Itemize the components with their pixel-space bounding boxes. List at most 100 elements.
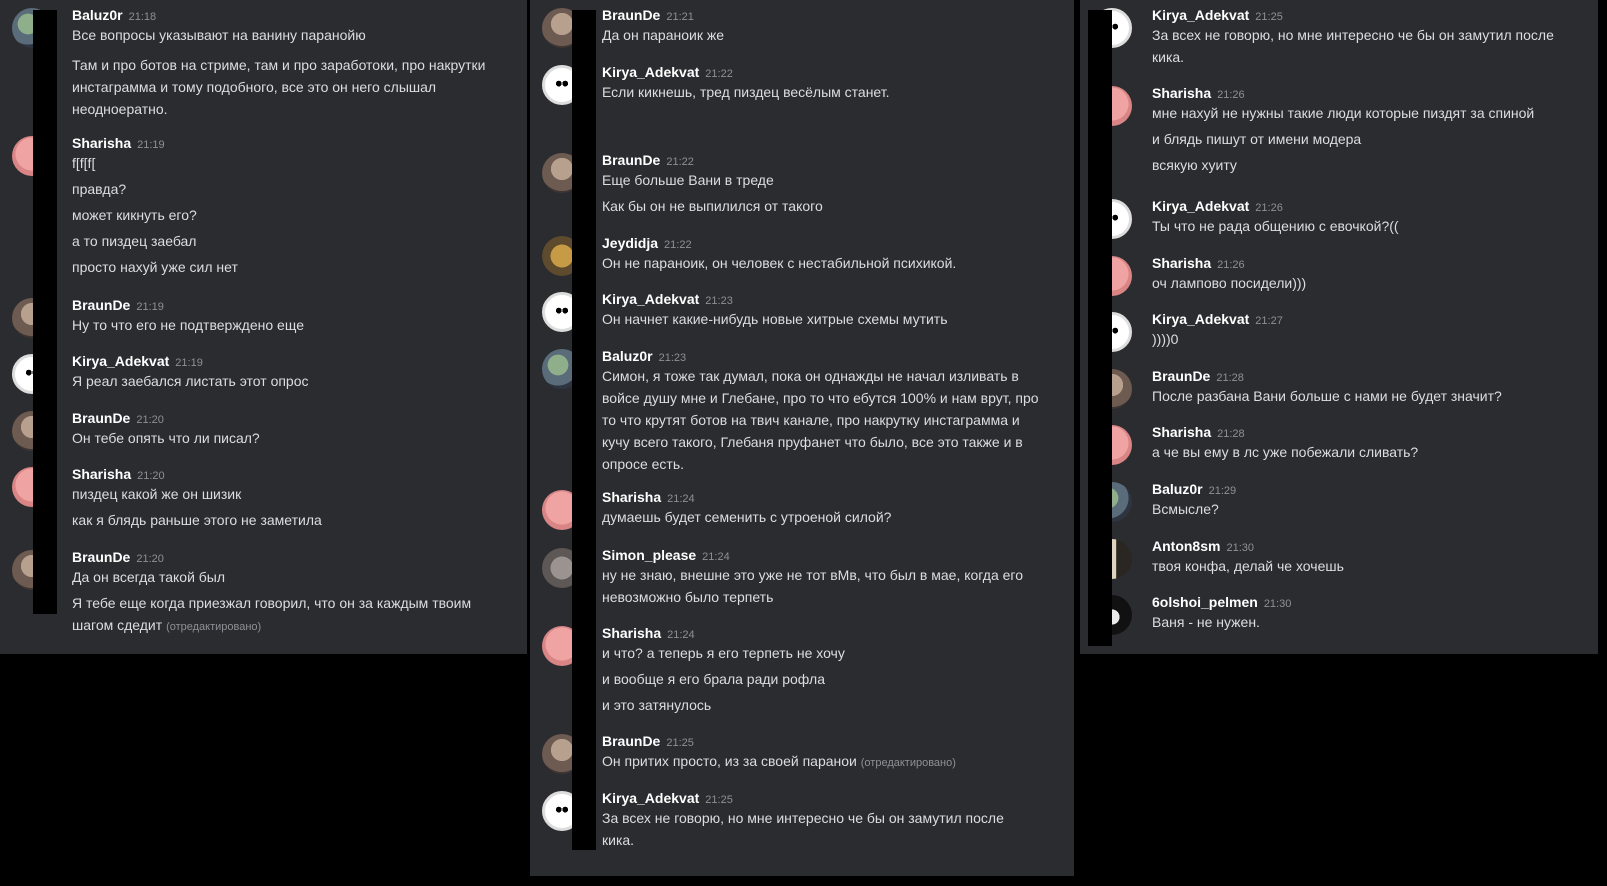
author-name[interactable]: Sharisha [1152,85,1211,101]
timestamp: 21:26 [1217,259,1245,271]
author-name[interactable]: Simon_please [602,547,696,563]
author-name[interactable]: Kirya_Adekvat [1152,7,1249,23]
timestamp: 21:20 [136,553,164,565]
author-name[interactable]: 6olshoi_pelmen [1152,594,1258,610]
edited-label: (отредактировано) [860,757,956,769]
timestamp: 21:21 [666,11,694,23]
message-text: невозможно было терпеть [602,589,774,605]
timestamp: 21:25 [1255,11,1283,23]
author-name[interactable]: BraunDe [602,7,660,23]
message-text: то что крутят ботов на твич канале, про … [602,412,1020,428]
author-name[interactable]: Anton8sm [1152,538,1220,554]
author-name[interactable]: Sharisha [1152,424,1211,440]
author-name[interactable]: Kirya_Adekvat [602,291,699,307]
timestamp: 21:26 [1255,202,1283,214]
message-text: За всех не говорю, но мне интересно че б… [1152,27,1554,43]
message-text: Я реал заебался листать этот опрос [72,373,309,389]
message-text: кика. [1152,49,1185,65]
message-text: После разбана Вани больше с нами не буде… [1152,388,1502,404]
timestamp: 21:26 [1217,89,1245,101]
timestamp: 21:30 [1263,598,1292,610]
message-text: Ну то что его не подтверждено еще [72,317,304,333]
message-text: Ты что не рада общению с евочкой?(( [1152,218,1399,234]
chat-panel-1: Baluz0r 21:18 Все вопросы указывают на ва… [0,0,527,654]
timestamp: 21:29 [1208,485,1237,497]
message-text: шагом сдедит (отредактировано) [72,617,262,633]
message-text: Как бы он не выпилился от такого [602,198,823,214]
message-text: f[f[f[ [72,155,96,171]
message-text: а то пиздец заебал [72,233,197,249]
timestamp: 21:18 [128,11,157,23]
message-text: всякую хуиту [1152,157,1237,173]
message-text: Если кикнешь, тред пиздец весёлым станет… [602,84,890,100]
message-text: Всмысле? [1152,501,1219,517]
redaction-bar [33,10,57,614]
message-text: Ваня - не нужен. [1152,614,1260,630]
message-text: кучу всего такого, Глебаня пруфанет что … [602,434,1023,450]
author-name[interactable]: BraunDe [72,410,130,426]
edited-label: (отредактировано) [166,621,262,633]
message-text: Он начнет какие-нибудь новые хитрые схем… [602,311,948,327]
timestamp: 21:25 [666,737,694,749]
timestamp: 21:28 [1217,428,1245,440]
message-text: неодноератно. [72,101,168,117]
message-text: может кикнуть его? [72,207,197,223]
message-text: и блядь пишут от имени модера [1152,131,1362,147]
message-text: и это затянулось [602,697,712,713]
author-name[interactable]: Sharisha [602,625,661,641]
author-name[interactable]: Baluz0r [1152,481,1203,497]
author-name[interactable]: Baluz0r [72,7,123,23]
author-name[interactable]: Baluz0r [602,348,653,364]
message-text: Я тебе еще когда приезжал говорил, что о… [72,595,472,611]
timestamp: 21:19 [137,139,165,151]
message-text: пиздец какой же он шизик [72,486,242,502]
message-text: Там и про ботов на стриме, там и про зар… [72,57,486,73]
timestamp: 21:30 [1226,542,1254,554]
author-name[interactable]: Sharisha [602,489,661,505]
message-text: Симон, я тоже так думал, пока он однажды… [602,368,1019,384]
author-name[interactable]: BraunDe [602,733,660,749]
timestamp: 21:25 [705,794,733,806]
redaction-bar [572,10,596,850]
message-text: Он не параноик, он человек с нестабильно… [602,255,957,271]
message-text: думаешь будет семенить с утроеной силой? [602,509,892,525]
timestamp: 21:20 [137,470,165,482]
message-text: Он притих просто, из за своей паранои (о… [602,753,956,769]
author-name[interactable]: Sharisha [72,135,131,151]
author-name[interactable]: Kirya_Adekvat [1152,311,1249,327]
timestamp: 21:23 [658,352,687,364]
message-text: кика. [602,832,635,848]
author-name[interactable]: Sharisha [1152,255,1211,271]
timestamp: 21:24 [667,629,695,641]
timestamp: 21:20 [136,414,164,426]
message-text: правда? [72,181,127,197]
author-name[interactable]: BraunDe [72,549,130,565]
message-text: как я блядь раньше этого не заметила [72,512,322,528]
message-text: и что? а теперь я его терпеть не хочу [602,645,845,661]
author-name[interactable]: Kirya_Adekvat [602,790,699,806]
timestamp: 21:24 [667,493,695,505]
message-text: инстаграмма и тому подобного, все это он… [72,79,437,95]
author-name[interactable]: BraunDe [602,152,660,168]
author-name[interactable]: Kirya_Adekvat [72,353,169,369]
timestamp: 21:28 [1216,372,1244,384]
timestamp: 21:23 [705,295,733,307]
timestamp: 21:22 [705,68,733,80]
message-text: и вообще я его брала ради рофла [602,671,825,687]
message-text: твоя конфа, делай че хочешь [1152,558,1344,574]
timestamp: 21:19 [175,357,203,369]
author-name[interactable]: Sharisha [72,466,131,482]
author-name[interactable]: Kirya_Adekvat [1152,198,1249,214]
author-name[interactable]: Kirya_Adekvat [602,64,699,80]
timestamp: 21:27 [1255,315,1283,327]
author-name[interactable]: BraunDe [72,297,130,313]
chat-panel-3: Kirya_Adekvat 21:25 За всех не говорю, но… [1080,0,1598,654]
author-name[interactable]: BraunDe [1152,368,1210,384]
author-name[interactable]: Jeydidja [602,235,658,251]
redaction-bar [1088,10,1112,646]
message-text: Да он всегда такой был [72,569,226,585]
message-text: войсе душу мне и Глебане, про то что ебу… [602,390,1039,406]
message-text: оч лампово посидели))) [1152,275,1307,291]
timestamp: 21:22 [666,156,694,168]
message-text: За всех не говорю, но мне интересно че б… [602,810,1004,826]
